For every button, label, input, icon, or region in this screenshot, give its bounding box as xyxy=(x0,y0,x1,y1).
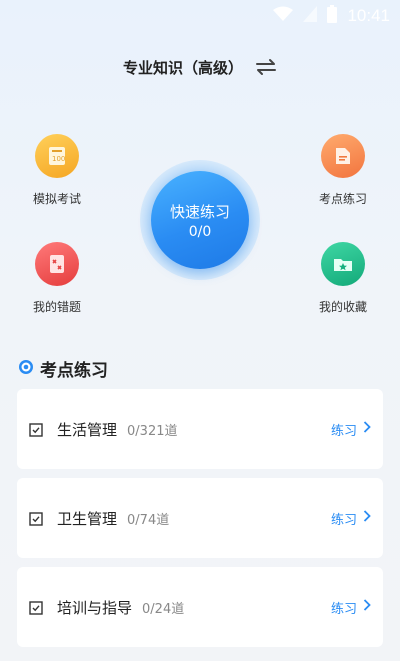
signal-icon xyxy=(303,6,318,26)
checkbox-icon[interactable] xyxy=(29,600,43,615)
practice-label: 练习 xyxy=(330,512,357,528)
topic-card[interactable]: 卫生管理 0/74道 练习 xyxy=(17,478,383,558)
favorites-button[interactable]: 我的收藏 xyxy=(298,242,388,315)
wrong-mark-icon xyxy=(35,242,79,286)
section-title: 考点练习 xyxy=(40,361,108,381)
chevron-right-icon xyxy=(363,599,371,615)
star-folder-icon xyxy=(321,242,365,286)
point-practice-label: 考点练习 xyxy=(318,192,367,206)
quick-practice-halo: 快速练习 0/0 xyxy=(140,160,260,280)
svg-text:100: 100 xyxy=(52,155,65,163)
practice-label: 练习 xyxy=(330,423,357,439)
page-title: 专业知识（高级） xyxy=(122,58,243,77)
topic-name: 卫生管理 xyxy=(57,509,118,528)
quick-practice-label: 快速练习 xyxy=(169,202,230,221)
point-practice-button[interactable]: 考点练习 xyxy=(298,134,388,207)
topic-card[interactable]: 培训与指导 0/24道 练习 xyxy=(17,567,383,647)
wrong-questions-label: 我的错题 xyxy=(32,300,81,314)
practice-link[interactable]: 练习 xyxy=(331,420,371,439)
checkbox-icon[interactable] xyxy=(29,511,43,526)
topic-name: 生活管理 xyxy=(57,420,118,439)
topic-count: 0/321道 xyxy=(127,423,178,439)
folder-doc-icon xyxy=(321,134,365,178)
exam-paper-icon: 100 xyxy=(35,134,79,178)
quick-practice-button[interactable]: 快速练习 0/0 xyxy=(151,171,249,269)
status-time: 10:41 xyxy=(347,6,390,25)
practice-link[interactable]: 练习 xyxy=(331,598,371,617)
status-bar: 10:41 xyxy=(0,0,400,32)
wrong-questions-button[interactable]: 我的错题 xyxy=(12,242,102,315)
wifi-icon xyxy=(273,6,294,26)
topic-card[interactable]: 生活管理 0/321道 练习 xyxy=(17,389,383,469)
topic-name: 培训与指导 xyxy=(57,598,133,617)
battery-icon xyxy=(327,5,338,27)
topic-count: 0/24道 xyxy=(142,601,185,617)
target-icon xyxy=(18,359,34,379)
mock-exam-label: 模拟考试 xyxy=(32,192,81,206)
page-header: 专业知识（高级） xyxy=(0,52,400,82)
checkbox-icon[interactable] xyxy=(29,422,43,437)
topic-count: 0/74道 xyxy=(127,512,170,528)
practice-link[interactable]: 练习 xyxy=(331,509,371,528)
quick-practice-count: 0/0 xyxy=(188,223,212,240)
practice-label: 练习 xyxy=(330,601,357,617)
favorites-label: 我的收藏 xyxy=(318,300,367,314)
mock-exam-button[interactable]: 100 模拟考试 xyxy=(12,134,102,207)
section-header: 考点练习 xyxy=(18,356,108,381)
chevron-right-icon xyxy=(363,421,371,437)
switch-icon[interactable] xyxy=(255,58,277,76)
chevron-right-icon xyxy=(363,510,371,526)
